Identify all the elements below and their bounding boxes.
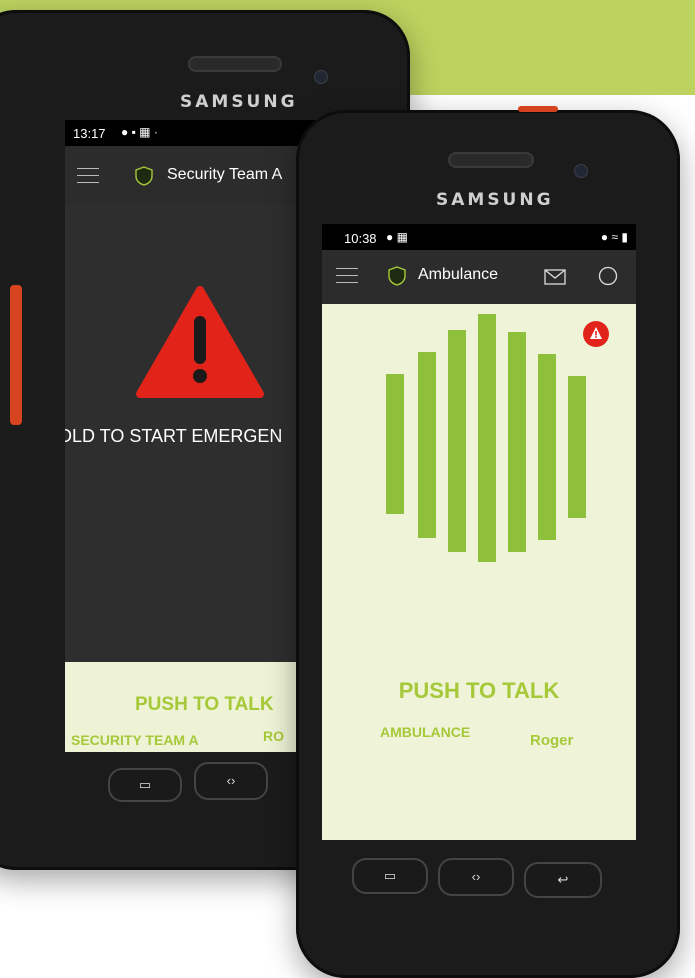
earpiece	[448, 152, 534, 168]
level-bar	[538, 354, 556, 540]
emergency-hold-label: HOLD TO START EMERGEN	[65, 426, 283, 446]
channel-title: Security Team A	[167, 166, 283, 183]
level-bar	[448, 330, 466, 552]
ptt-label[interactable]: PUSH TO TALK	[322, 678, 636, 704]
channel-name: SECURITY TEAM A	[71, 732, 199, 748]
brand-logo: SAMSUNG	[436, 190, 554, 210]
channel-title: Ambulance	[418, 266, 499, 283]
recents-button[interactable]: ▭	[352, 858, 428, 894]
menu-icon[interactable]	[77, 168, 99, 184]
status-icons: ● ▪ ▦ ·	[121, 125, 158, 139]
front-phone: SAMSUNG 10:38 ● ▦ ● ≈ ▮ Ambulance PUSH T…	[296, 106, 680, 978]
status-icons-left: ● ▦	[386, 230, 408, 244]
mail-icon[interactable]	[544, 269, 566, 285]
app-bar: Ambulance	[322, 250, 636, 304]
speaker-name: RO	[263, 728, 284, 744]
status-time: 13:17	[73, 126, 106, 141]
level-bar	[508, 332, 526, 552]
home-button[interactable]: ‹›	[194, 762, 268, 800]
circle-icon[interactable]	[598, 266, 618, 286]
level-bar	[418, 352, 436, 538]
home-button[interactable]: ‹›	[438, 858, 514, 896]
channel-name: AMBULANCE	[380, 724, 471, 740]
warning-triangle-icon[interactable]	[135, 284, 265, 399]
front-camera	[314, 70, 328, 84]
speaker-name: Roger	[530, 732, 574, 749]
shield-logo-icon	[135, 166, 153, 186]
back-button[interactable]: ↩	[524, 862, 602, 898]
side-key-top[interactable]	[518, 106, 558, 112]
menu-icon[interactable]	[336, 268, 358, 284]
shield-logo-icon	[388, 266, 406, 286]
status-bar: 10:38 ● ▦ ● ≈ ▮	[322, 224, 636, 250]
front-screen: 10:38 ● ▦ ● ≈ ▮ Ambulance PUSH TO TALK A…	[322, 224, 636, 840]
brand-logo: SAMSUNG	[180, 92, 298, 112]
recents-button[interactable]: ▭	[108, 768, 182, 802]
level-bar	[478, 314, 496, 562]
earpiece	[188, 56, 282, 72]
status-icons-right: ● ≈ ▮	[600, 230, 628, 244]
level-bar	[386, 374, 404, 514]
status-time: 10:38	[344, 231, 377, 246]
ptt-label: PUSH TO TALK	[135, 694, 274, 715]
level-bar	[568, 376, 586, 518]
side-key[interactable]	[10, 285, 22, 425]
front-camera	[574, 164, 588, 178]
warning-badge-icon[interactable]	[582, 320, 610, 348]
